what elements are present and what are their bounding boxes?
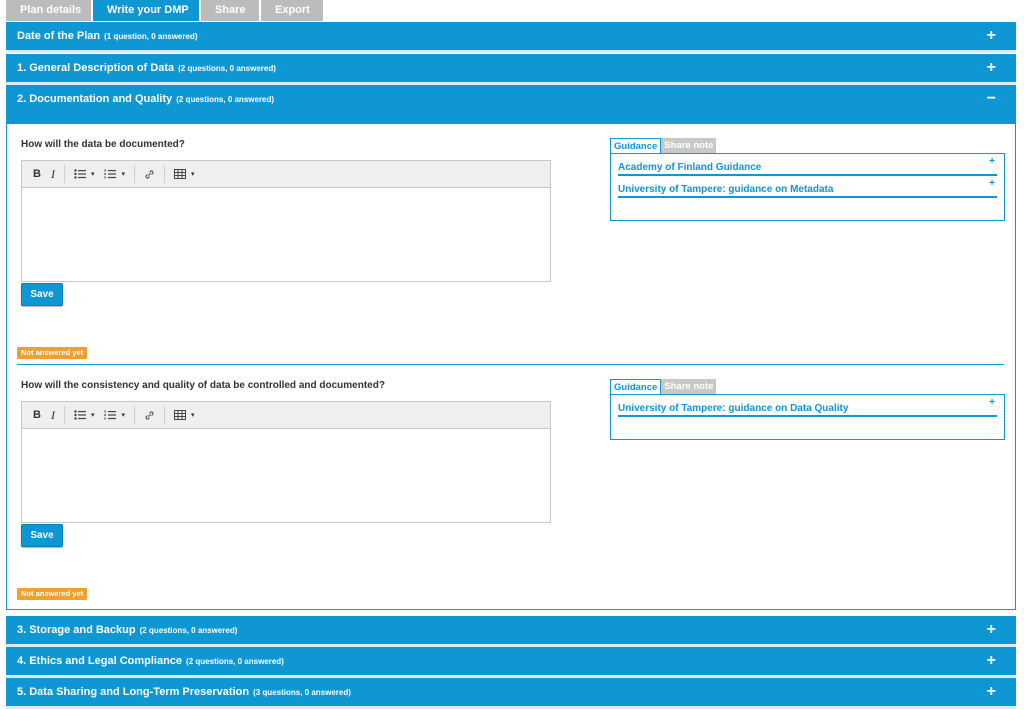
tab-share-note[interactable]: Share note bbox=[661, 379, 717, 394]
section-count: (2 questions, 0 answered) bbox=[139, 626, 238, 635]
section-date-of-plan[interactable]: Date of the Plan (1 question, 0 answered)… bbox=[6, 22, 1016, 50]
link-icon[interactable] bbox=[144, 410, 155, 421]
guidance-link[interactable]: Academy of Finland Guidance bbox=[618, 162, 761, 173]
section-count: (2 questions, 0 answered) bbox=[186, 657, 284, 666]
numbered-list-icon[interactable]: ▾ bbox=[104, 169, 125, 179]
toolbar-divider bbox=[133, 406, 135, 424]
status-badge: Not answered yet bbox=[17, 588, 88, 600]
section-count: (1 question, 0 answered) bbox=[104, 32, 198, 41]
toolbar-divider bbox=[63, 165, 65, 183]
expand-icon[interactable]: + bbox=[987, 22, 996, 50]
section-documentation-quality[interactable]: 2. Documentation and Quality (2 questions… bbox=[6, 85, 1016, 124]
tab-share-note[interactable]: Share note bbox=[661, 138, 717, 153]
save-button[interactable]: Save bbox=[21, 524, 63, 547]
tab-export[interactable]: Export bbox=[261, 0, 323, 21]
editor-toolbar: B I ▾ ▾ ▾ bbox=[22, 402, 550, 429]
expand-icon[interactable]: + bbox=[989, 170, 995, 198]
section-title: 4. Ethics and Legal Compliance bbox=[17, 655, 183, 667]
guidance-link[interactable]: University of Tampere: guidance on Metad… bbox=[618, 184, 833, 195]
status-badge: Not answered yet bbox=[17, 347, 88, 359]
toolbar-divider bbox=[163, 165, 165, 183]
bold-icon[interactable]: B bbox=[33, 168, 41, 180]
section-title: Date of the Plan bbox=[17, 30, 101, 42]
guidance-box: University of Tampere: guidance on Data … bbox=[610, 394, 1005, 440]
tab-plan-details[interactable]: Plan details bbox=[6, 0, 91, 21]
expand-icon[interactable]: + bbox=[987, 678, 996, 706]
table-icon[interactable]: ▾ bbox=[173, 169, 195, 179]
expand-icon[interactable]: + bbox=[987, 616, 996, 644]
numbered-list-icon[interactable]: ▾ bbox=[104, 410, 125, 420]
tab-share[interactable]: Share bbox=[201, 0, 259, 21]
guidance-link[interactable]: University of Tampere: guidance on Data … bbox=[618, 403, 848, 414]
link-icon[interactable] bbox=[144, 169, 155, 180]
answer-editor[interactable]: B I ▾ ▾ ▾ bbox=[21, 160, 551, 282]
section-title: 3. Storage and Backup bbox=[17, 624, 136, 636]
save-button[interactable]: Save bbox=[21, 283, 63, 306]
section-count: (2 questions, 0 answered) bbox=[176, 95, 275, 104]
guidance-item[interactable]: University of Tampere: guidance on Metad… bbox=[618, 176, 997, 198]
plan-tabs: Plan details Write your DMP Share Export bbox=[6, 0, 325, 21]
chevron-down-icon: ▾ bbox=[190, 171, 195, 178]
chevron-down-icon: ▾ bbox=[90, 412, 95, 419]
chevron-down-icon: ▾ bbox=[121, 171, 125, 178]
chevron-down-icon: ▾ bbox=[121, 412, 125, 419]
guidance-box: Academy of Finland Guidance + University… bbox=[610, 153, 1005, 221]
guidance-item[interactable]: University of Tampere: guidance on Data … bbox=[618, 395, 997, 417]
question-title: How will the consistency and quality of … bbox=[21, 380, 385, 391]
section-title: 1. General Description of Data bbox=[17, 62, 175, 74]
toolbar-divider bbox=[63, 406, 65, 424]
section-data-sharing[interactable]: 5. Data Sharing and Long-Term Preservati… bbox=[6, 678, 1016, 706]
toolbar-divider bbox=[163, 406, 165, 424]
guidance-tabs: Guidance Share note bbox=[610, 138, 717, 153]
section-count: (3 questions, 0 answered) bbox=[253, 688, 351, 697]
collapse-icon[interactable]: − bbox=[987, 85, 996, 113]
section-count: (2 questions, 0 answered) bbox=[178, 64, 276, 73]
bold-icon[interactable]: B bbox=[33, 409, 41, 421]
toolbar-divider bbox=[133, 165, 135, 183]
tab-guidance[interactable]: Guidance bbox=[610, 138, 662, 153]
answer-editor[interactable]: B I ▾ ▾ ▾ bbox=[21, 401, 551, 523]
guidance-item[interactable]: Academy of Finland Guidance + bbox=[618, 154, 997, 176]
expand-icon[interactable]: + bbox=[987, 54, 996, 82]
section-storage-backup[interactable]: 3. Storage and Backup (2 questions, 0 ans… bbox=[6, 616, 1016, 644]
chevron-down-icon: ▾ bbox=[190, 412, 195, 419]
section-general-description[interactable]: 1. General Description of Data (2 questio… bbox=[6, 54, 1016, 82]
question-title: How will the data be documented? bbox=[21, 139, 185, 150]
expand-icon[interactable]: + bbox=[987, 647, 996, 675]
italic-icon[interactable]: I bbox=[51, 408, 55, 423]
expand-icon[interactable]: + bbox=[989, 389, 995, 417]
guidance-tabs: Guidance Share note bbox=[610, 379, 717, 394]
bullet-list-icon[interactable]: ▾ bbox=[74, 169, 95, 179]
tab-write-your-dmp[interactable]: Write your DMP bbox=[93, 0, 199, 21]
editor-toolbar: B I ▾ ▾ ▾ bbox=[22, 161, 550, 188]
question-divider bbox=[17, 364, 1004, 365]
table-icon[interactable]: ▾ bbox=[173, 410, 195, 420]
bullet-list-icon[interactable]: ▾ bbox=[74, 410, 95, 420]
section-ethics-legal[interactable]: 4. Ethics and Legal Compliance (2 questio… bbox=[6, 647, 1016, 675]
tab-guidance[interactable]: Guidance bbox=[610, 379, 662, 394]
italic-icon[interactable]: I bbox=[51, 167, 55, 182]
chevron-down-icon: ▾ bbox=[90, 171, 95, 178]
section-panel: How will the data be documented? B I ▾ ▾… bbox=[6, 124, 1016, 610]
section-title: 5. Data Sharing and Long-Term Preservati… bbox=[17, 686, 250, 698]
section-title: 2. Documentation and Quality bbox=[17, 93, 173, 105]
